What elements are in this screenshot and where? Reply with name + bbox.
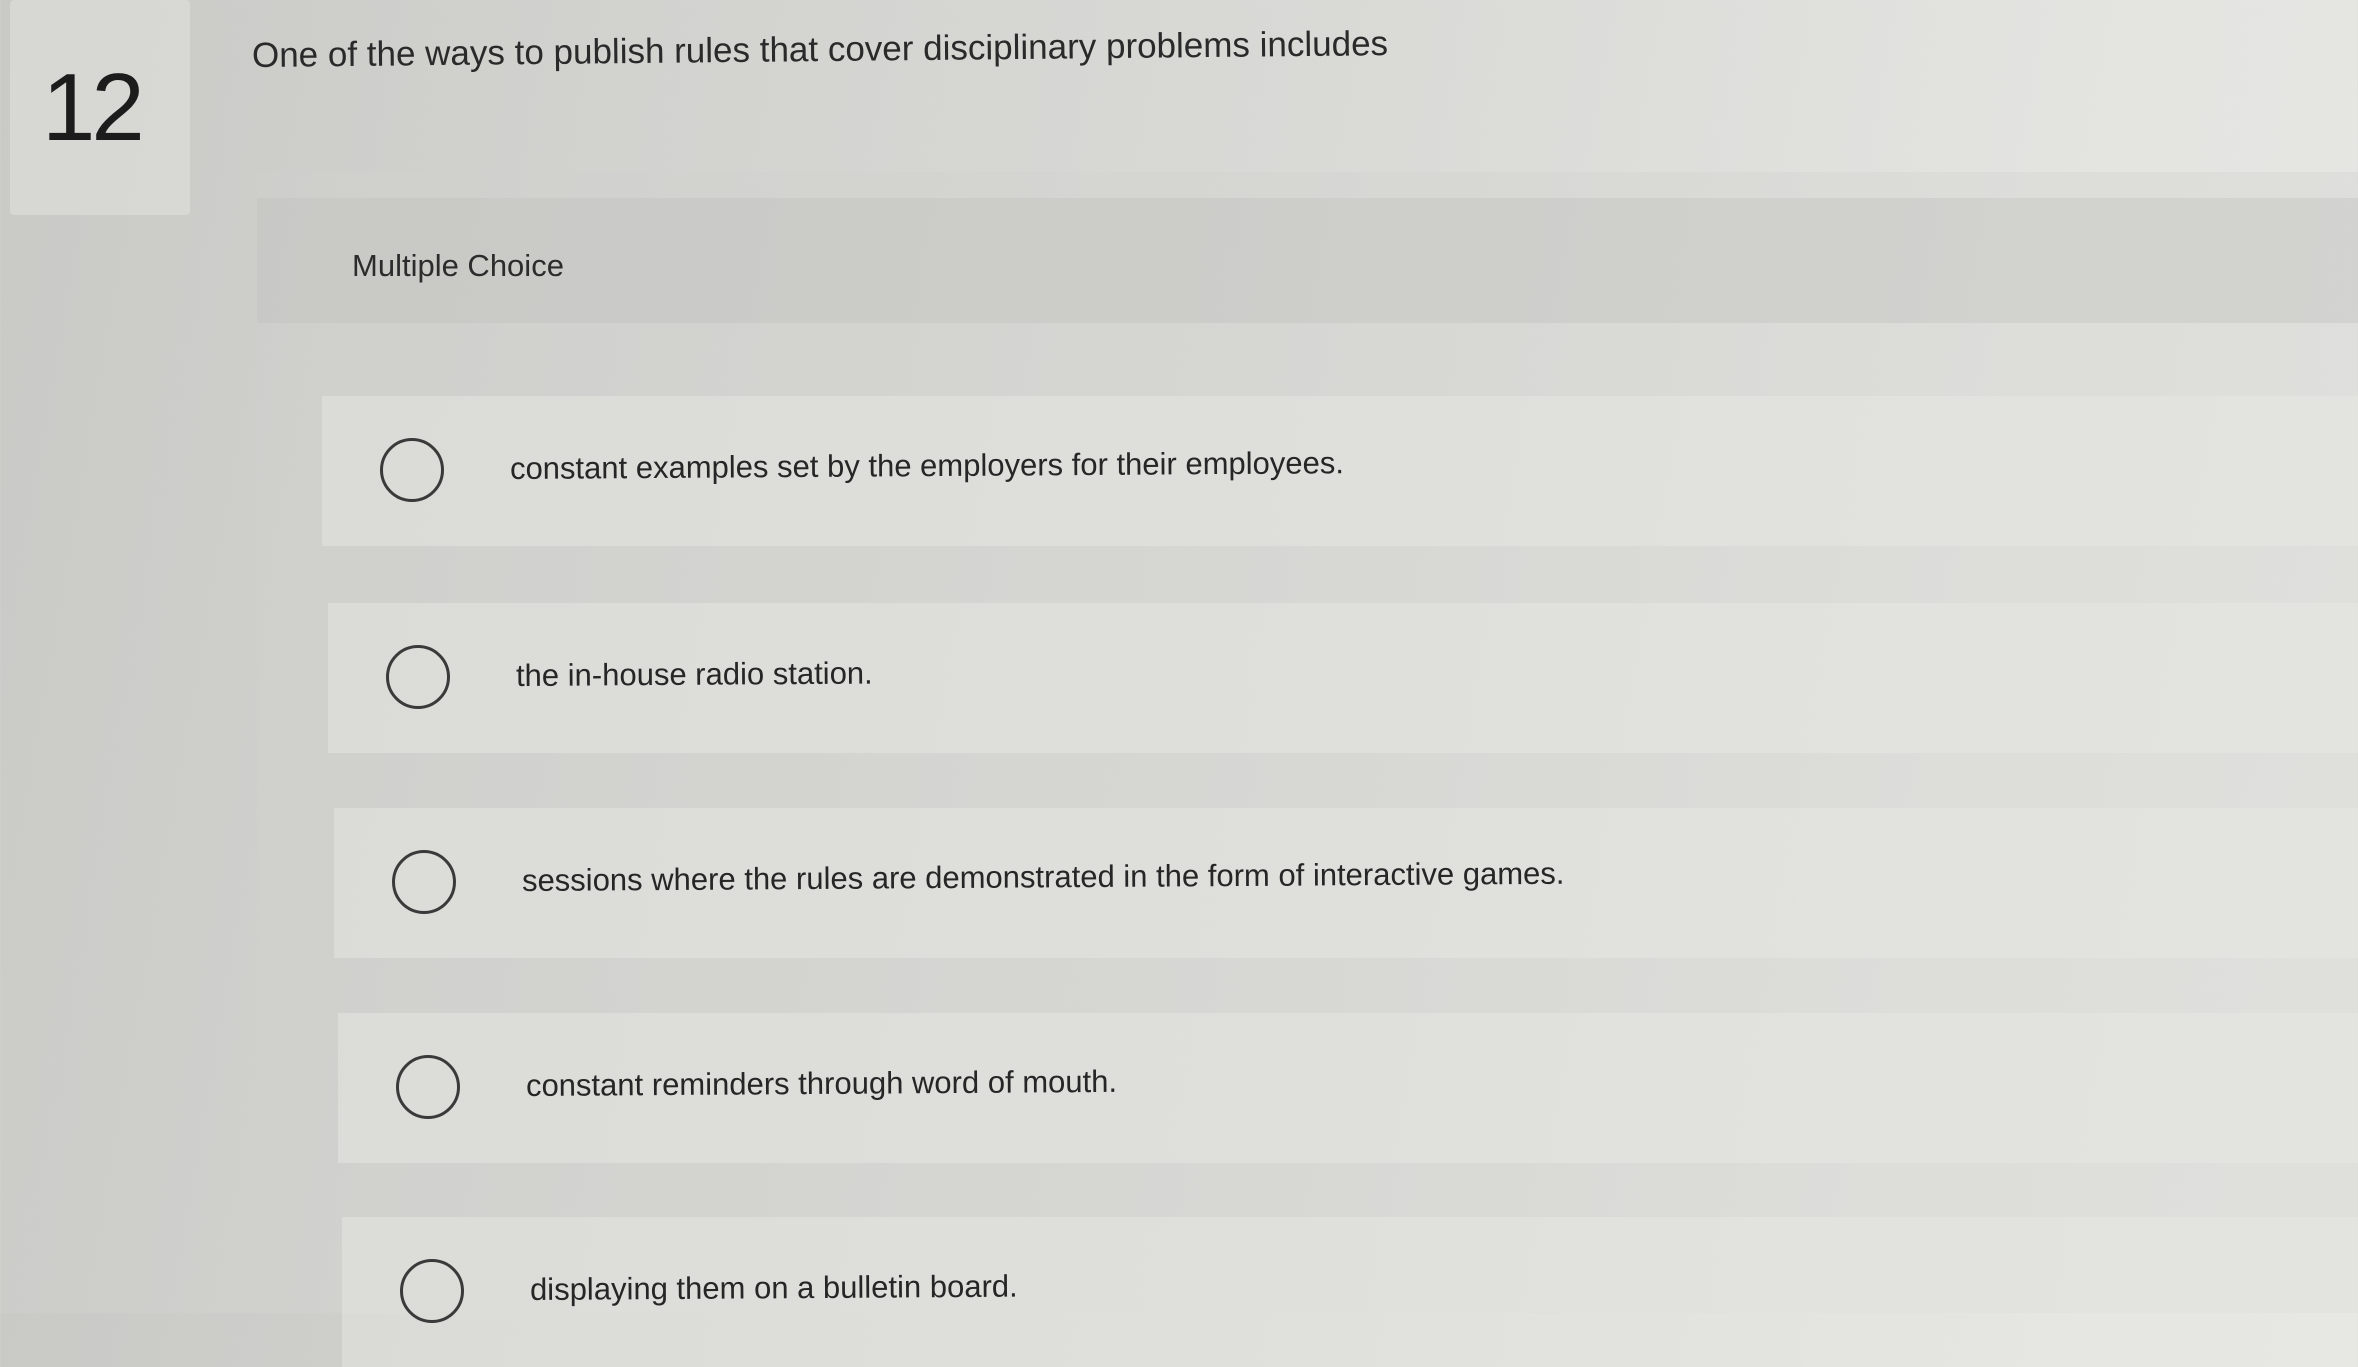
- radio-button[interactable]: [380, 438, 444, 502]
- radio-button[interactable]: [392, 850, 456, 914]
- question-prompt: One of the ways to publish rules that co…: [251, 24, 1389, 75]
- answer-option[interactable]: constant examples set by the employers f…: [322, 396, 2358, 546]
- question-number: 12: [42, 54, 145, 161]
- answer-option-label: sessions where the rules are demonstrate…: [521, 855, 1565, 898]
- radio-button[interactable]: [400, 1259, 464, 1323]
- radio-button[interactable]: [386, 645, 450, 709]
- radio-button[interactable]: [396, 1055, 460, 1119]
- answer-option-label: displaying them on a bulletin board.: [529, 1268, 1018, 1307]
- question-type-header: [257, 198, 2358, 323]
- answer-option-label: constant examples set by the employers f…: [509, 445, 1345, 486]
- question-type-label: Multiple Choice: [352, 248, 564, 283]
- answer-option[interactable]: displaying them on a bulletin board.: [342, 1217, 2358, 1367]
- answer-option[interactable]: sessions where the rules are demonstrate…: [334, 808, 2358, 958]
- answer-option[interactable]: constant reminders through word of mouth…: [338, 1013, 2358, 1163]
- answer-option-label: constant reminders through word of mouth…: [525, 1063, 1118, 1103]
- answer-option[interactable]: the in-house radio station.: [328, 603, 2358, 753]
- answer-option-label: the in-house radio station.: [515, 655, 873, 693]
